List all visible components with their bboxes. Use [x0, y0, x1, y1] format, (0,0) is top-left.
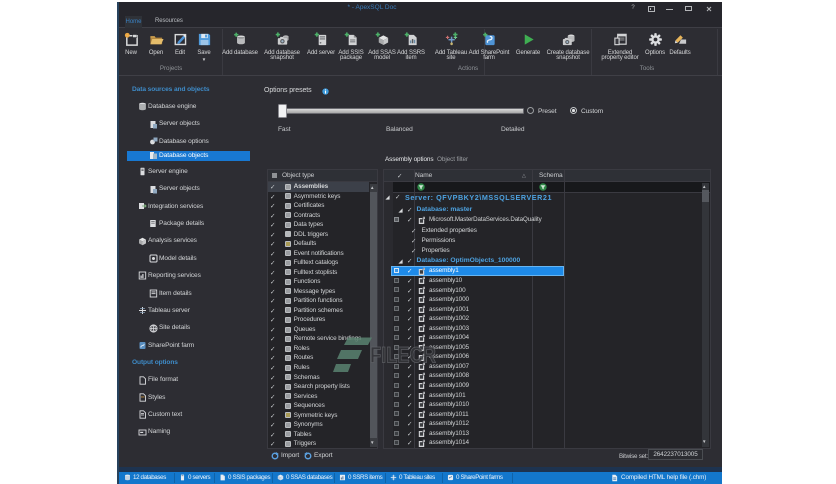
- svg-text:FILECR: FILECR: [370, 343, 436, 368]
